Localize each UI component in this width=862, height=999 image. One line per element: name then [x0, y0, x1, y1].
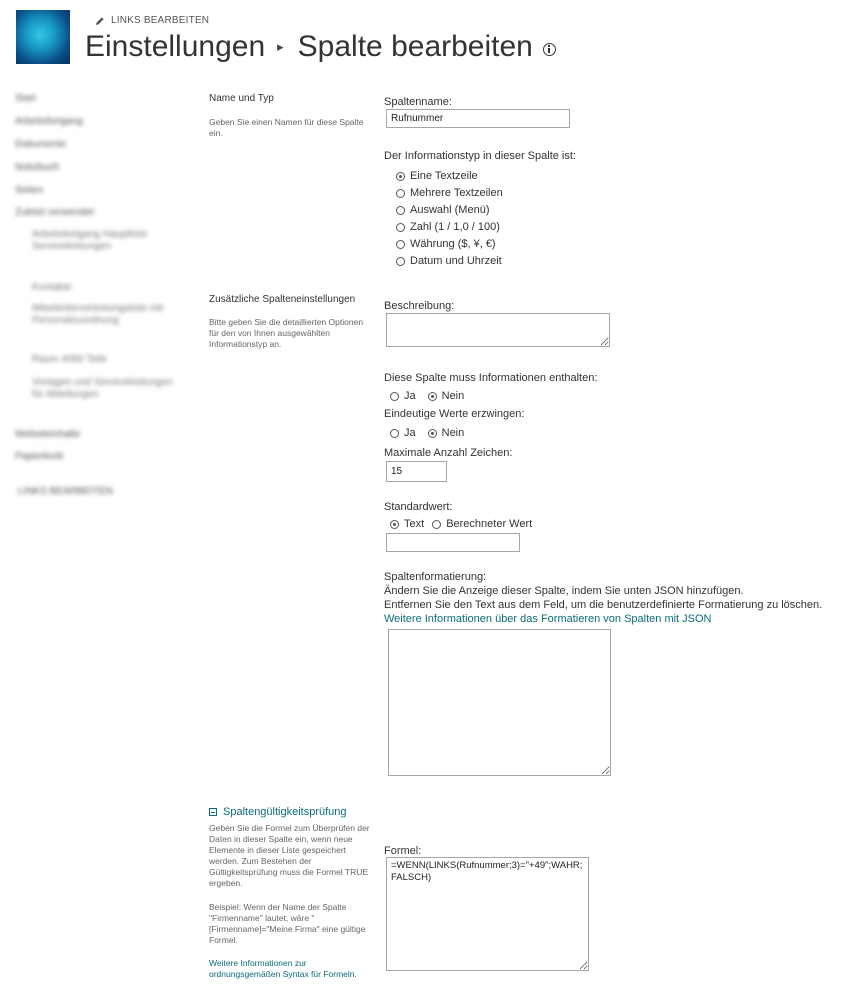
validation-desc: Geben Sie die Formel zum Überprüfen der …: [209, 823, 370, 888]
formula-label: Formel:: [384, 845, 422, 857]
type-option-single-line[interactable]: Eine Textzeile: [396, 170, 478, 182]
required-label: Diese Spalte muss Informationen enthalte…: [384, 372, 598, 384]
formula-textarea[interactable]: =WENN(LINKS(Rufnummer;3)="+49";WAHR;FALS…: [386, 857, 589, 971]
radio-selected[interactable]: [396, 171, 405, 181]
validation-example: Beispiel: Wenn der Name der Spalte "Firm…: [209, 902, 366, 945]
type-option-datetime[interactable]: Datum und Uhrzeit: [396, 255, 502, 267]
default-text-option[interactable]: Text: [390, 518, 424, 530]
radio[interactable]: [432, 519, 442, 529]
collapse-icon[interactable]: [209, 808, 217, 817]
radio[interactable]: [396, 256, 405, 266]
unique-yes[interactable]: Ja: [390, 427, 416, 439]
description-textarea[interactable]: [386, 313, 610, 347]
formatting-json-link[interactable]: Weitere Informationen über das Formatier…: [384, 613, 712, 625]
info-type-label: Der Informationstyp in dieser Spalte ist…: [384, 150, 576, 162]
nav-item[interactable]: Notizbuch: [15, 162, 59, 174]
radio[interactable]: [396, 222, 405, 232]
unique-no[interactable]: Nein: [427, 427, 464, 439]
type-option-multi-line[interactable]: Mehrere Textzeilen: [396, 187, 503, 199]
nav-item[interactable]: Start: [15, 93, 36, 105]
formatting-help-1: Ändern Sie die Anzeige dieser Spalte, in…: [384, 585, 744, 597]
formatting-json-textarea[interactable]: [388, 629, 611, 776]
radio[interactable]: [396, 188, 405, 198]
info-icon[interactable]: [542, 42, 556, 56]
breadcrumb-current: Spalte bearbeiten: [297, 30, 533, 63]
required-yes[interactable]: Ja: [390, 390, 416, 402]
description-label: Beschreibung:: [384, 300, 455, 312]
section-desc-name-type: Geben Sie einen Namen für diese Spalte e…: [209, 117, 364, 138]
type-option-number[interactable]: Zahl (1 / 1,0 / 100): [396, 221, 500, 233]
required-no[interactable]: Nein: [427, 390, 464, 402]
nav-item[interactable]: Websiteinhalte: [15, 429, 80, 441]
nav-item[interactable]: Dokumente: [15, 139, 66, 151]
nav-subitem[interactable]: Kontakte: [32, 282, 71, 294]
column-name-input[interactable]: [386, 109, 570, 128]
site-logo[interactable]: [16, 10, 70, 64]
unique-options: Ja Nein: [390, 427, 464, 439]
validation-title[interactable]: Spaltengültigkeitsprüfung: [223, 806, 347, 818]
type-option-choice[interactable]: Auswahl (Menü): [396, 204, 489, 216]
nav-item[interactable]: Seiten: [15, 185, 43, 197]
pencil-icon: [96, 16, 104, 25]
radio[interactable]: [390, 391, 399, 401]
default-calculated-option[interactable]: Berechneter Wert: [432, 518, 532, 530]
default-value-input[interactable]: [386, 533, 520, 552]
section-title-name-type: Name und Typ: [209, 93, 274, 104]
formula-syntax-link[interactable]: Weitere Informationen zur ordnungsgemäße…: [209, 958, 374, 980]
edit-links-header[interactable]: LINKS BEARBEITEN: [95, 15, 209, 26]
nav-subitem[interactable]: Raum 4050 Teile: [32, 354, 107, 366]
nav-item[interactable]: Arbeitsfortgang: [15, 116, 83, 128]
nav-item[interactable]: Zuletzt verwendet: [15, 207, 94, 219]
default-value-label: Standardwert:: [384, 501, 453, 513]
nav-edit-links[interactable]: LINKS BEARBEITEN: [18, 486, 113, 498]
type-option-currency[interactable]: Währung ($, ¥, €): [396, 238, 496, 250]
formatting-label: Spaltenformatierung:: [384, 571, 487, 583]
page-title: Einstellungen ▸ Spalte bearbeiten: [85, 30, 556, 64]
radio-selected[interactable]: [427, 391, 437, 401]
section-desc-additional: Bitte geben Sie die detaillierten Option…: [209, 317, 364, 349]
edit-links-label: LINKS BEARBEITEN: [111, 15, 210, 26]
column-name-label: Spaltenname:: [384, 96, 452, 108]
radio-selected[interactable]: [390, 519, 399, 529]
nav-subitem[interactable]: Vorlagen und Serviceleistungen für Abtei…: [32, 377, 177, 401]
validation-toggle[interactable]: Spaltengültigkeitsprüfung: [209, 806, 347, 818]
required-options: Ja Nein: [390, 390, 464, 402]
radio-selected[interactable]: [427, 428, 437, 438]
breadcrumb-settings[interactable]: Einstellungen: [85, 30, 265, 64]
section-title-additional: Zusätzliche Spalteneinstellungen: [209, 294, 356, 305]
radio[interactable]: [396, 205, 405, 215]
nav-subitem[interactable]: Arbeitsfortgang Hauptliste Serviceleistu…: [32, 229, 177, 253]
nav-subitem[interactable]: Mitarbeitervertretungsliste mit Personal…: [32, 303, 177, 327]
max-chars-input[interactable]: [386, 461, 447, 482]
radio[interactable]: [390, 428, 399, 438]
default-value-options: Text Berechneter Wert: [390, 518, 532, 530]
unique-label: Eindeutige Werte erzwingen:: [384, 408, 525, 420]
radio[interactable]: [396, 239, 405, 249]
breadcrumb-separator-icon: ▸: [277, 39, 284, 54]
max-chars-label: Maximale Anzahl Zeichen:: [384, 447, 513, 459]
formatting-help-2: Entfernen Sie den Text aus dem Feld, um …: [384, 599, 823, 611]
nav-item[interactable]: Papierkorb: [15, 451, 63, 463]
